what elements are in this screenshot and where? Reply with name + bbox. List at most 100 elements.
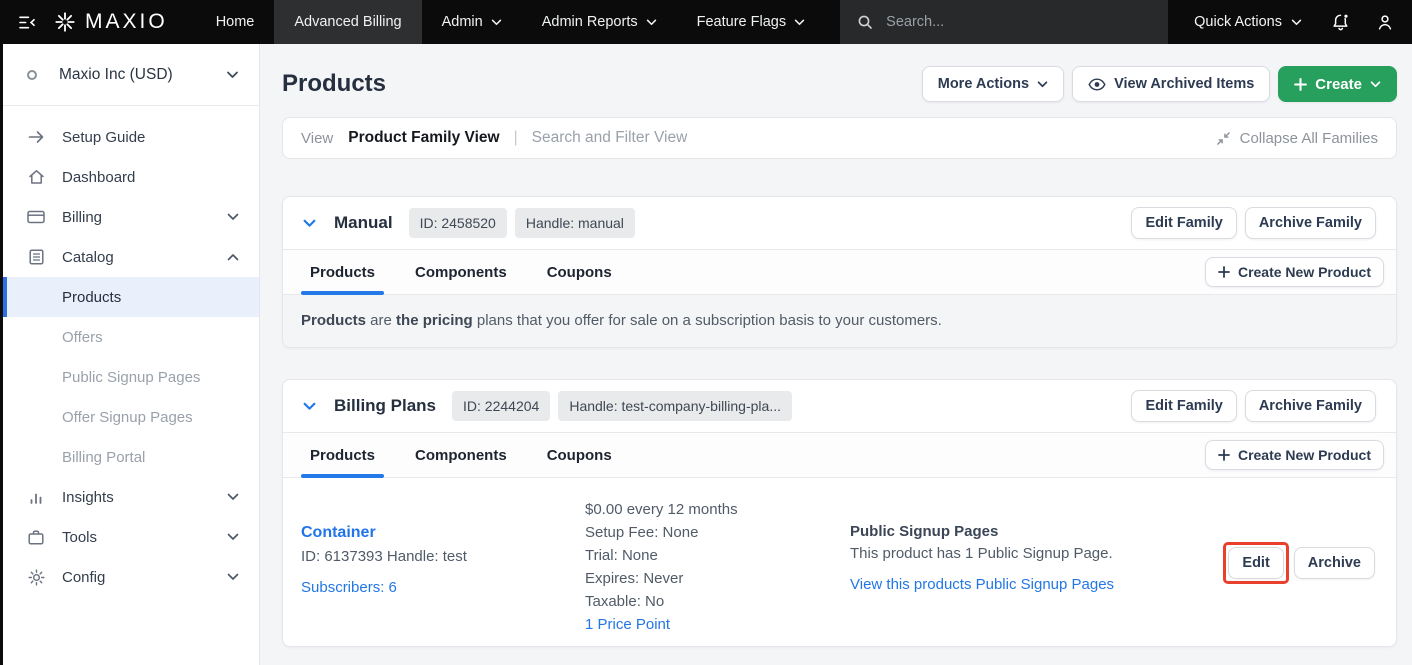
- nav-feature-flags[interactable]: Feature Flags: [677, 0, 825, 44]
- archive-product-button[interactable]: Archive: [1294, 547, 1375, 579]
- product-trial: Trial: None: [585, 544, 850, 567]
- tab-components[interactable]: Components: [406, 433, 516, 477]
- create-new-product-label: Create New Product: [1238, 264, 1371, 280]
- chevron-down-icon: [646, 19, 657, 26]
- notifications-bell-icon[interactable]: [1318, 0, 1364, 44]
- chevron-down-icon: [227, 493, 239, 501]
- nav-advanced-billing-label: Advanced Billing: [294, 14, 401, 30]
- view-label: View: [301, 130, 333, 147]
- family-collapse-chevron-icon[interactable]: [303, 219, 316, 228]
- collapse-all-families-link[interactable]: Collapse All Families: [1216, 130, 1378, 147]
- create-button[interactable]: Create: [1278, 66, 1397, 102]
- sidebar-item-dashboard[interactable]: Dashboard: [3, 157, 259, 197]
- nav-home-label: Home: [216, 14, 255, 30]
- sidebar-item-setup-guide[interactable]: Setup Guide: [3, 117, 259, 157]
- sidebar-nav: Setup Guide Dashboard Billing Catalog Pr…: [3, 106, 259, 597]
- search-input[interactable]: [884, 13, 1134, 31]
- maxio-logo: MAXIO: [54, 0, 196, 44]
- credit-card-icon: [27, 210, 45, 224]
- create-new-product-button[interactable]: Create New Product: [1205, 440, 1384, 470]
- eye-icon: [1088, 78, 1106, 91]
- edit-family-button[interactable]: Edit Family: [1131, 390, 1236, 422]
- family-name: Manual: [334, 213, 393, 233]
- top-navigation-bar: MAXIO Home Advanced Billing Admin Admin …: [0, 0, 1412, 44]
- nav-admin[interactable]: Admin: [422, 0, 522, 44]
- book-icon: [27, 249, 45, 265]
- collapse-all-label: Collapse All Families: [1240, 130, 1378, 147]
- global-search[interactable]: [840, 0, 1168, 44]
- arrow-right-icon: [27, 130, 45, 144]
- chevron-down-icon: [227, 213, 239, 221]
- tab-products[interactable]: Products: [301, 250, 384, 294]
- tab-components[interactable]: Components: [406, 250, 516, 294]
- product-family-card-billing-plans: Billing Plans ID: 2244204 Handle: test-c…: [282, 379, 1397, 647]
- sidebar-item-catalog[interactable]: Catalog: [3, 237, 259, 277]
- sidebar-item-offer-signup-pages[interactable]: Offer Signup Pages: [3, 397, 259, 437]
- subscribers-link[interactable]: Subscribers: 6: [301, 579, 397, 596]
- family-tabs: Products Components Coupons Create New P…: [283, 249, 1396, 295]
- view-archived-items-button[interactable]: View Archived Items: [1072, 66, 1270, 102]
- search-and-filter-view-tab[interactable]: Search and Filter View: [532, 129, 688, 147]
- chevron-down-icon: [1291, 19, 1302, 26]
- edit-family-button[interactable]: Edit Family: [1131, 207, 1236, 239]
- family-handle-badge: Handle: test-company-billing-pla...: [558, 391, 792, 421]
- view-switcher-bar: View Product Family View | Search and Fi…: [282, 117, 1397, 159]
- product-id-handle: ID: 6137393 Handle: test: [301, 548, 585, 565]
- sidebar-item-label: Billing Portal: [62, 449, 145, 466]
- create-new-product-label: Create New Product: [1238, 447, 1371, 463]
- sidebar-collapse-icon[interactable]: [0, 0, 54, 44]
- sidebar-item-offers[interactable]: Offers: [3, 317, 259, 357]
- product-family-view-tab[interactable]: Product Family View: [348, 129, 499, 147]
- product-setup-fee: Setup Fee: None: [585, 521, 850, 544]
- top-nav: Home Advanced Billing Admin Admin Report…: [196, 0, 825, 44]
- nav-admin-reports[interactable]: Admin Reports: [522, 0, 677, 44]
- main-content: Products More Actions View Archived Item…: [260, 44, 1412, 665]
- edit-button-highlight-annotation: Edit: [1223, 542, 1288, 584]
- sidebar-item-label: Products: [62, 289, 121, 306]
- organization-selector[interactable]: Maxio Inc (USD): [3, 44, 259, 106]
- sidebar-item-tools[interactable]: Tools: [3, 517, 259, 557]
- family-collapse-chevron-icon[interactable]: [303, 402, 316, 411]
- sidebar-item-billing-portal[interactable]: Billing Portal: [3, 437, 259, 477]
- plus-icon: [1218, 266, 1230, 278]
- nav-home[interactable]: Home: [196, 0, 275, 44]
- product-name-link[interactable]: Container: [301, 524, 585, 542]
- sidebar-item-public-signup-pages[interactable]: Public Signup Pages: [3, 357, 259, 397]
- price-point-link[interactable]: 1 Price Point: [585, 613, 850, 636]
- sidebar-item-insights[interactable]: Insights: [3, 477, 259, 517]
- nav-admin-label: Admin: [442, 14, 483, 30]
- chevron-down-icon: [794, 19, 805, 26]
- tab-products[interactable]: Products: [301, 433, 384, 477]
- page-title: Products: [282, 70, 386, 98]
- create-new-product-button[interactable]: Create New Product: [1205, 257, 1384, 287]
- product-taxable: Taxable: No: [585, 590, 850, 613]
- tab-coupons[interactable]: Coupons: [538, 250, 621, 294]
- sidebar-item-label: Tools: [62, 529, 97, 546]
- sidebar-item-label: Offers: [62, 329, 103, 346]
- family-id-badge: ID: 2244204: [452, 391, 550, 421]
- tab-coupons[interactable]: Coupons: [538, 433, 621, 477]
- home-icon: [27, 169, 45, 185]
- edit-product-button[interactable]: Edit: [1228, 547, 1283, 579]
- chevron-down-icon: [1037, 81, 1048, 88]
- archive-family-button[interactable]: Archive Family: [1245, 390, 1376, 422]
- user-account-icon[interactable]: [1364, 0, 1406, 44]
- nav-advanced-billing[interactable]: Advanced Billing: [274, 0, 421, 44]
- view-separator: |: [514, 129, 518, 147]
- bar-chart-icon: [27, 490, 45, 504]
- sidebar-item-config[interactable]: Config: [3, 557, 259, 597]
- search-icon: [857, 14, 873, 30]
- archive-family-button[interactable]: Archive Family: [1245, 207, 1376, 239]
- sidebar-item-label: Dashboard: [62, 169, 135, 186]
- sidebar-item-products[interactable]: Products: [3, 277, 259, 317]
- more-actions-button[interactable]: More Actions: [922, 66, 1064, 102]
- sidebar-item-billing[interactable]: Billing: [3, 197, 259, 237]
- nav-admin-reports-label: Admin Reports: [542, 14, 638, 30]
- quick-actions-menu[interactable]: Quick Actions: [1168, 0, 1318, 44]
- product-family-card-manual: Manual ID: 2458520 Handle: manual Edit F…: [282, 196, 1397, 348]
- view-public-signup-pages-link[interactable]: View this products Public Signup Pages: [850, 576, 1114, 593]
- sidebar-item-label: Public Signup Pages: [62, 369, 200, 386]
- org-name: Maxio Inc (USD): [59, 66, 226, 84]
- family-name: Billing Plans: [334, 396, 436, 416]
- more-actions-label: More Actions: [938, 76, 1029, 92]
